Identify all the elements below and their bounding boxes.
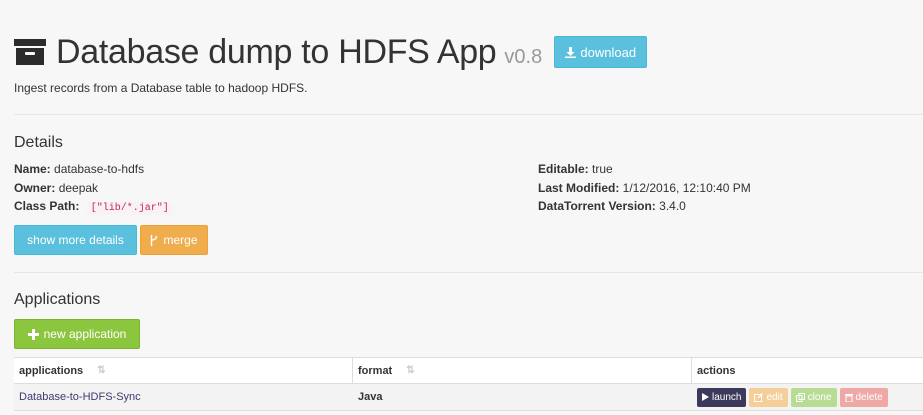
clone-icon (795, 392, 805, 402)
app-description: Ingest records from a Database table to … (14, 81, 308, 95)
download-button[interactable]: download (554, 36, 648, 68)
row-actions: launch edit clone delete (692, 384, 923, 410)
column-header-applications[interactable]: applications ⇅ (14, 358, 353, 383)
last-modified-value: 1/12/2016, 12:10:40 PM (622, 181, 751, 195)
launch-button[interactable]: launch (697, 387, 747, 407)
merge-button[interactable]: merge (140, 225, 208, 255)
column-header-actions: actions (697, 364, 736, 377)
sort-icon: ⇅ (406, 365, 415, 376)
owner-field: Owner: deepak (14, 181, 98, 195)
new-application-button[interactable]: new application (14, 319, 140, 349)
dt-version-label: DataTorrent Version: (538, 199, 656, 213)
trash-icon (844, 393, 853, 402)
version-label: v0.8 (504, 45, 543, 68)
owner-value: deepak (58, 181, 99, 195)
application-format: Java (358, 391, 383, 403)
divider (14, 272, 923, 273)
details-heading: Details (14, 134, 63, 151)
editable-field: Editable: true (538, 162, 613, 176)
delete-button[interactable]: delete (839, 387, 888, 407)
name-label: Name: (14, 162, 51, 176)
sort-icon: ⇅ (97, 365, 106, 376)
plus-icon (27, 328, 39, 340)
table-header: applications ⇅ format ⇅ actions (14, 357, 923, 384)
name-field: Name: database-to-hdfs (14, 162, 144, 176)
applications-heading: Applications (14, 291, 101, 308)
download-icon (565, 46, 577, 58)
divider (14, 114, 923, 115)
classpath-field: Class Path: ["lib/*.jar"] (14, 199, 173, 215)
name-value: database-to-hdfs (54, 162, 145, 176)
show-more-details-label: show more details (27, 233, 124, 247)
last-modified-label: Last Modified: (538, 181, 620, 195)
dt-version-field: DataTorrent Version: 3.4.0 (538, 199, 686, 213)
table-row: Database-to-HDFS-Sync Java launch edit c… (14, 384, 923, 411)
clone-button[interactable]: clone (790, 387, 837, 407)
merge-icon (151, 234, 158, 246)
merge-label: merge (163, 233, 198, 247)
classpath-value: ["lib/*.jar"] (86, 202, 173, 215)
play-icon (702, 393, 709, 401)
edit-icon (754, 392, 764, 402)
dt-version-value: 3.4.0 (659, 199, 686, 213)
editable-label: Editable: (538, 162, 589, 176)
page-header: Database dump to HDFS App v0.8 download (14, 30, 648, 74)
archive-icon (14, 39, 46, 65)
editable-value: true (592, 162, 613, 176)
column-header-format[interactable]: format ⇅ (353, 358, 692, 383)
download-label: download (580, 44, 637, 60)
page-title: Database dump to HDFS App (56, 32, 497, 71)
applications-table: applications ⇅ format ⇅ actions Database… (14, 357, 923, 411)
classpath-label: Class Path: (14, 199, 80, 213)
owner-label: Owner: (14, 181, 56, 195)
new-application-label: new application (43, 327, 127, 341)
application-name-link[interactable]: Database-to-HDFS-Sync (14, 384, 353, 410)
show-more-details-button[interactable]: show more details (14, 225, 137, 255)
last-modified-field: Last Modified: 1/12/2016, 12:10:40 PM (538, 181, 751, 195)
edit-button[interactable]: edit (749, 387, 788, 407)
